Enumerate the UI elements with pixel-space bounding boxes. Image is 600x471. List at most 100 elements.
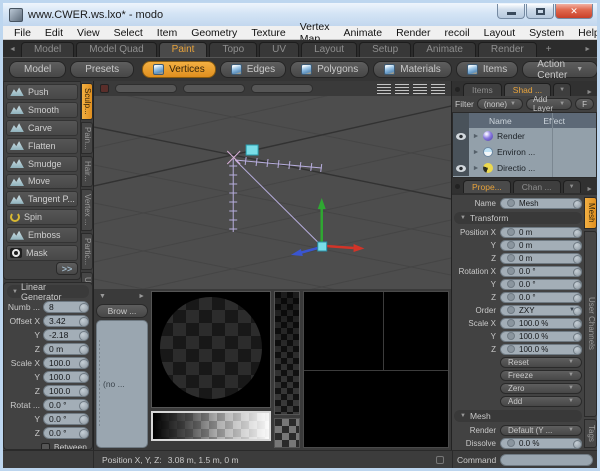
tabs-scroll-right-icon[interactable]: ► [581,46,594,53]
expand-icon[interactable]: ► [469,165,483,172]
tab-channels[interactable]: Chan ... [513,180,561,193]
menu-select[interactable]: Select [107,27,150,39]
model-button[interactable]: Model [9,61,66,78]
action-center-dropdown[interactable]: Action Center▼ [522,61,598,78]
viewport-menu-icon-4[interactable] [431,84,445,94]
scale-y-field[interactable]: 100.0 [43,371,89,383]
vtab-paint[interactable]: Pain... [81,122,93,155]
menu-system[interactable]: System [522,27,571,39]
properties-tab-dropdown-icon[interactable]: ▼ [563,180,581,193]
filter-dropdown[interactable]: (none)▼ [477,98,523,110]
position-y-field[interactable]: 0 m [500,240,582,251]
vtab-user-channels[interactable]: User Channels [584,231,597,418]
minimize-button[interactable] [497,4,525,19]
tool-smooth[interactable]: Smooth [6,102,78,118]
viewport-style-icon[interactable] [100,84,109,93]
viewport-dropdown-3[interactable] [251,84,313,93]
brush-tip-preview[interactable] [151,291,271,408]
scale-x-field[interactable]: 100.0 % [500,318,582,329]
menu-recoil[interactable]: recoil [438,27,477,39]
eye-icon[interactable] [456,165,466,172]
layout-tab-model[interactable]: Model [21,42,74,57]
tool-mask[interactable]: Mask [6,245,78,261]
properties-panel-arrow-icon[interactable]: ► [586,186,595,193]
viewport-menu-icon-2[interactable] [395,84,409,94]
rotate-x-field[interactable]: 0.0 ° [43,399,89,411]
command-input[interactable] [500,454,593,466]
layout-tab-setup[interactable]: Setup [359,42,411,57]
mode-edges-button[interactable]: Edges [220,61,286,78]
zero-dropdown-button[interactable]: Zero▼ [500,383,582,394]
layout-tab-layout[interactable]: Layout [301,42,357,57]
tool-carve[interactable]: Carve [6,120,78,136]
item-name-field[interactable]: Mesh [500,198,582,209]
scale-y-field[interactable]: 100.0 % [500,331,582,342]
offset-y-field[interactable]: -2.18 [43,329,89,341]
layout-tab-animate[interactable]: Animate [413,42,476,57]
scale-z-field[interactable]: 100.0 [43,385,89,397]
rotate-y-field[interactable]: 0.0 ° [43,413,89,425]
rotation-y-field[interactable]: 0.0 ° [500,279,582,290]
menu-help[interactable]: Help [571,27,600,39]
effect-column-header[interactable]: Effect [543,116,596,126]
vtab-mesh[interactable]: Mesh [584,197,597,229]
layout-tab-uv[interactable]: UV [259,42,299,57]
brush-list[interactable]: (no ... [96,320,148,448]
layout-tab-model-quad[interactable]: Model Quad [76,42,156,57]
render-dropdown[interactable]: Default (Y ...▼ [500,425,582,436]
tool-spin[interactable]: Spin [6,209,78,225]
mode-vertices-button[interactable]: Vertices [142,61,216,78]
panel-options-icon[interactable] [455,184,460,189]
order-dropdown[interactable]: ZXY▼ [500,305,582,316]
transform-section-header[interactable]: ▼Transform [454,212,582,224]
position-x-field[interactable]: 0 m [500,227,582,238]
scale-z-field[interactable]: 100.0 % [500,344,582,355]
menu-file[interactable]: File [7,27,38,39]
color-picker-panel[interactable] [303,291,449,448]
add-dropdown-button[interactable]: Add▼ [500,396,582,407]
tool-push[interactable]: Push [6,84,78,100]
position-z-field[interactable]: 0 m [500,253,582,264]
layout-tab-topo[interactable]: Topo [209,42,257,57]
vtab-particles[interactable]: Partic... [81,233,93,270]
rotate-z-field[interactable]: 0.0 ° [43,427,89,439]
add-layout-tab-button[interactable]: + [539,42,559,57]
menu-layout[interactable]: Layout [477,27,523,39]
name-column-header[interactable]: Name [469,116,543,126]
close-button[interactable]: ✕ [555,4,593,19]
menu-item[interactable]: Item [150,27,184,39]
vtab-tags[interactable]: Tags [584,419,597,448]
presets-button[interactable]: Presets [70,61,134,78]
menu-animate[interactable]: Animate [337,27,390,39]
rotation-z-field[interactable]: 0.0 ° [500,292,582,303]
tool-move[interactable]: Move [6,174,78,190]
expand-icon[interactable]: ► [138,293,145,300]
viewport-menu-icon-1[interactable] [377,84,391,94]
menu-view[interactable]: View [70,27,107,39]
layout-tab-paint[interactable]: Paint [159,42,208,57]
vtab-hair[interactable]: Hair... [81,156,93,187]
scale-x-field[interactable]: 100.0 [43,357,89,369]
status-corner-icon[interactable] [436,456,444,464]
mesh-section-header[interactable]: ▼Mesh [454,410,582,422]
3d-viewport[interactable] [94,96,451,289]
tab-items[interactable]: Items [463,83,502,96]
brush-falloff-gradient[interactable] [151,411,271,441]
offset-x-field[interactable]: 3.42 [43,315,89,327]
linear-generator-header[interactable]: ▼ Linear Generator [7,285,89,298]
mode-materials-button[interactable]: Materials [373,61,452,78]
eye-icon[interactable] [456,133,466,140]
tool-flatten[interactable]: Flatten [6,138,78,154]
rotation-x-field[interactable]: 0.0 ° [500,266,582,277]
layout-tab-render[interactable]: Render [478,42,537,57]
texture-checker-strip[interactable] [274,291,300,415]
tool-emboss[interactable]: Emboss [6,227,78,243]
tools-more-button[interactable]: >> [56,262,78,275]
tree-row-render[interactable]: ► Render [453,128,596,144]
tree-row-directional-light[interactable]: ► Directio ... [453,160,596,176]
tool-tangent-pinch[interactable]: Tangent P... [6,191,78,207]
add-layer-dropdown[interactable]: Add Layer▼ [526,98,572,110]
shader-panel-arrow-icon[interactable]: ► [586,89,595,96]
maximize-button[interactable] [526,4,554,19]
menu-texture[interactable]: Texture [244,27,292,39]
